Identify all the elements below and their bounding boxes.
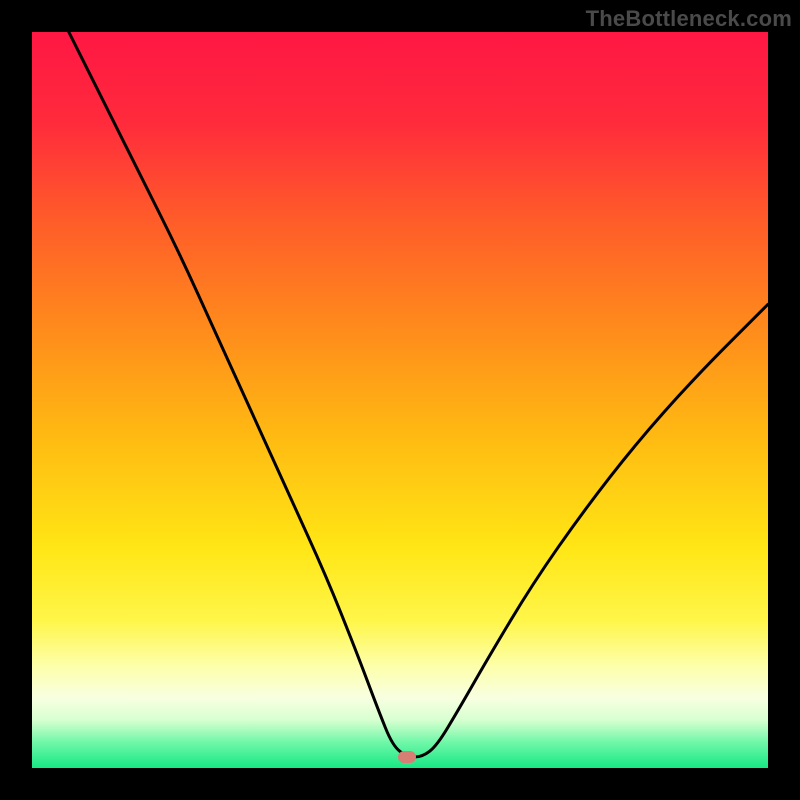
optimum-marker: [398, 751, 416, 763]
plot-area: [32, 32, 768, 768]
watermark-text: TheBottleneck.com: [586, 6, 792, 32]
chart-stage: TheBottleneck.com: [0, 0, 800, 800]
bottleneck-curve: [32, 32, 768, 768]
